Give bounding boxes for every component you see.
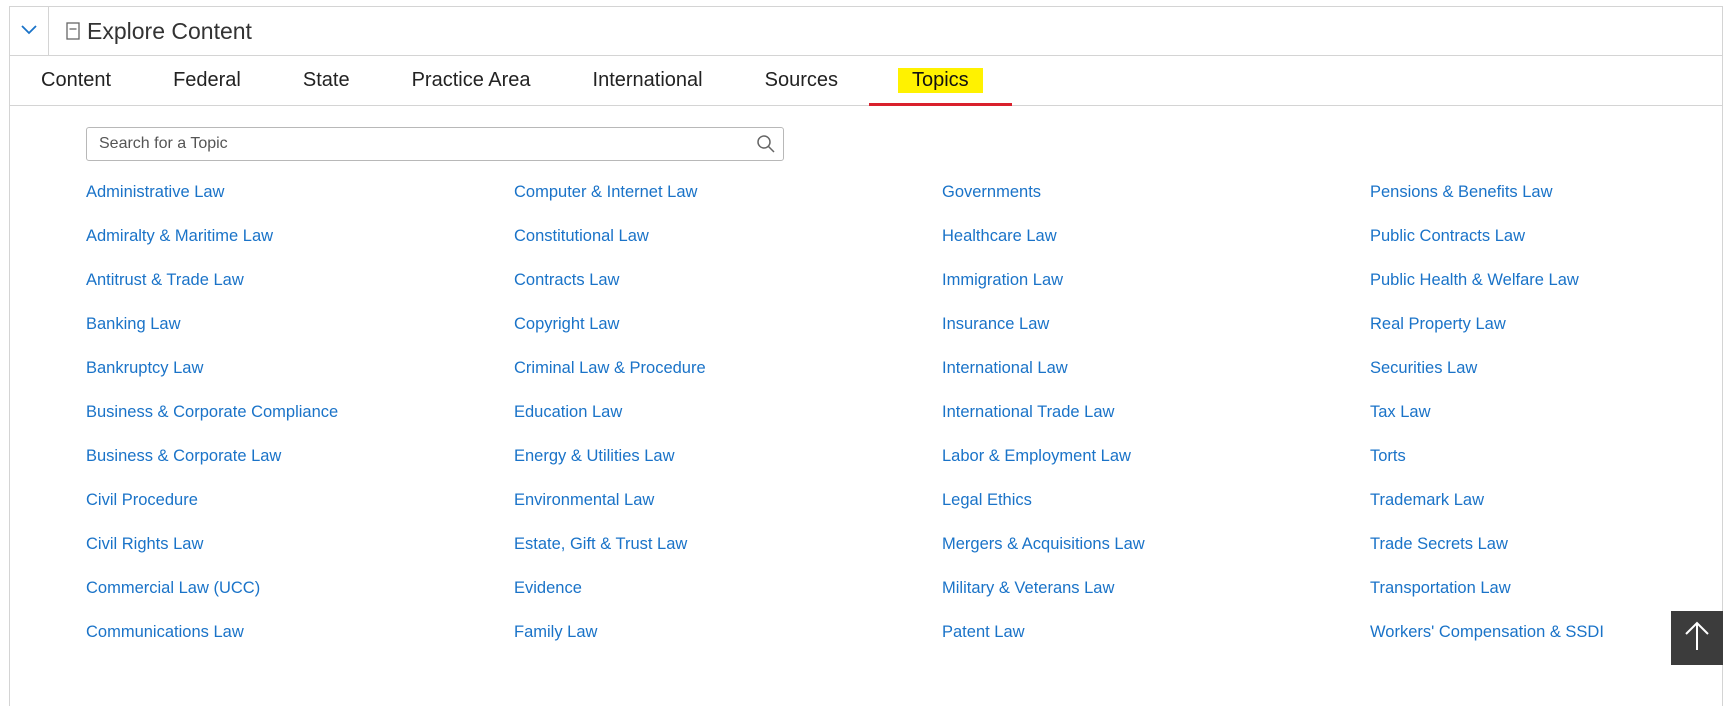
topic-link[interactable]: Business & Corporate Compliance (86, 401, 514, 445)
topic-link[interactable]: Education Law (514, 401, 942, 445)
tab-label: International (592, 69, 703, 91)
topic-link[interactable]: Trademark Law (1370, 489, 1733, 533)
topic-link[interactable]: International Trade Law (942, 401, 1370, 445)
tab-label: Practice Area (411, 69, 531, 91)
topic-link[interactable]: Constitutional Law (514, 225, 942, 269)
topic-search-box (86, 127, 784, 161)
search-icon[interactable] (749, 128, 783, 160)
topic-search-input[interactable] (87, 134, 749, 154)
topic-link[interactable]: Pensions & Benefits Law (1370, 181, 1733, 225)
topic-link[interactable]: Evidence (514, 577, 942, 621)
tab-practice-area[interactable]: Practice Area (381, 56, 562, 105)
tab-sources[interactable]: Sources (734, 56, 869, 105)
topic-link[interactable]: Trade Secrets Law (1370, 533, 1733, 577)
topic-link[interactable]: Energy & Utilities Law (514, 445, 942, 489)
topic-grid: Administrative Law Admiralty & Maritime … (86, 181, 1722, 665)
topic-link[interactable]: Family Law (514, 621, 942, 665)
topic-link[interactable]: Mergers & Acquisitions Law (942, 533, 1370, 577)
topic-link[interactable]: Labor & Employment Law (942, 445, 1370, 489)
tab-label: Content (41, 69, 112, 91)
topic-link[interactable]: Civil Procedure (86, 489, 514, 533)
collapse-toggle-button[interactable] (10, 7, 49, 55)
topic-link[interactable]: Contracts Law (514, 269, 942, 313)
tab-content[interactable]: Content (10, 56, 142, 105)
tab-label: Sources (764, 69, 838, 91)
back-to-top-button[interactable] (1671, 611, 1723, 665)
topics-content: Administrative Law Admiralty & Maritime … (10, 106, 1722, 665)
chevron-down-icon (21, 22, 37, 40)
topic-link[interactable]: Governments (942, 181, 1370, 225)
topic-link[interactable]: Commercial Law (UCC) (86, 577, 514, 621)
panel-header: Explore Content (10, 7, 1722, 56)
topic-link[interactable]: Business & Corporate Law (86, 445, 514, 489)
topic-link[interactable]: Patent Law (942, 621, 1370, 665)
topic-link[interactable]: Communications Law (86, 621, 514, 665)
tab-topics[interactable]: Topics (868, 56, 1012, 106)
tab-label: Federal (173, 69, 241, 91)
topic-link[interactable]: Tax Law (1370, 401, 1733, 445)
topic-link[interactable]: Copyright Law (514, 313, 942, 357)
topic-link[interactable]: Healthcare Law (942, 225, 1370, 269)
topic-link[interactable]: Admiralty & Maritime Law (86, 225, 514, 269)
topic-link[interactable]: Securities Law (1370, 357, 1733, 401)
topic-link[interactable]: Administrative Law (86, 181, 514, 225)
tab-label: State (302, 69, 350, 91)
topic-link[interactable]: Public Health & Welfare Law (1370, 269, 1733, 313)
topic-link[interactable]: Insurance Law (942, 313, 1370, 357)
topic-link[interactable]: Torts (1370, 445, 1733, 489)
topic-link[interactable]: Antitrust & Trade Law (86, 269, 514, 313)
topic-link[interactable]: Banking Law (86, 313, 514, 357)
arrow-up-icon (1683, 620, 1711, 657)
tab-state[interactable]: State (272, 56, 381, 105)
topic-link[interactable]: Estate, Gift & Trust Law (514, 533, 942, 577)
topic-link[interactable]: Computer & Internet Law (514, 181, 942, 225)
topic-link[interactable]: Civil Rights Law (86, 533, 514, 577)
document-icon (66, 22, 80, 40)
topic-link[interactable]: Environmental Law (514, 489, 942, 533)
topic-link[interactable]: Immigration Law (942, 269, 1370, 313)
topic-link[interactable]: Bankruptcy Law (86, 357, 514, 401)
tab-international[interactable]: International (562, 56, 734, 105)
header-title-wrap: Explore Content (66, 18, 252, 45)
tab-bar: Content Federal State Practice Area Inte… (10, 56, 1722, 106)
topic-link[interactable]: Legal Ethics (942, 489, 1370, 533)
topic-link[interactable]: Public Contracts Law (1370, 225, 1733, 269)
tab-federal[interactable]: Federal (142, 56, 272, 105)
topic-link[interactable]: International Law (942, 357, 1370, 401)
page-title: Explore Content (87, 17, 252, 44)
topic-link[interactable]: Military & Veterans Law (942, 577, 1370, 621)
topic-link[interactable]: Criminal Law & Procedure (514, 357, 942, 401)
explore-content-panel: Explore Content Content Federal State Pr… (9, 6, 1723, 706)
tab-label: Topics (897, 68, 983, 93)
topic-link[interactable]: Real Property Law (1370, 313, 1733, 357)
